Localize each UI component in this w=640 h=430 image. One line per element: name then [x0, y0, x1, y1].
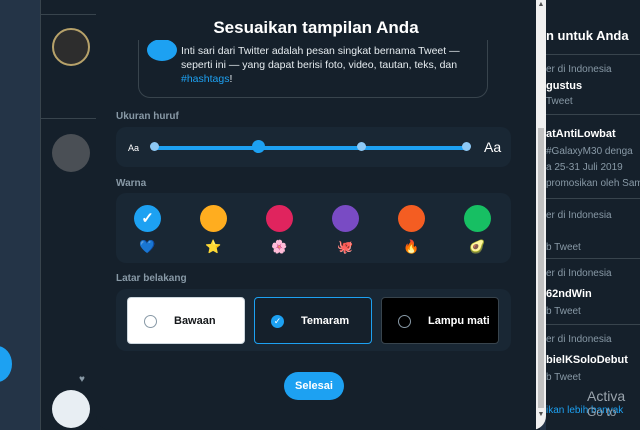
font-size-step[interactable]	[357, 142, 366, 151]
color-option-yellow[interactable]	[200, 205, 227, 232]
check-icon: ✓	[271, 315, 284, 328]
trend-hashtag[interactable]: atAntiLowbat	[546, 128, 616, 140]
done-button[interactable]: Selesai	[284, 372, 344, 400]
color-option-blue[interactable]: ✓	[134, 205, 161, 232]
trend-divider	[546, 258, 640, 259]
trend-count: Tweet	[546, 96, 573, 107]
font-large-label: Aa	[484, 139, 502, 155]
trend-hashtag[interactable]: bielKSoloDebut	[546, 354, 628, 366]
trend-meta: er di Indonesia	[546, 268, 612, 279]
trend-meta: er di Indonesia	[546, 210, 612, 221]
trend-hashtag[interactable]: gustus	[546, 80, 582, 92]
trend-count: b Tweet	[546, 372, 581, 383]
background-option-dim[interactable]: ✓ Temaram	[254, 297, 372, 344]
promo-line: a 25-31 Juli 2019	[546, 162, 623, 173]
color-option-purple[interactable]	[332, 205, 359, 232]
like-icon[interactable]: ♥	[79, 374, 85, 385]
customize-display-modal: Inti sari dari Twitter adalah pesan sing…	[96, 0, 546, 430]
activation-watermark: Activa	[587, 388, 626, 404]
flower-icon: 🌸	[271, 239, 288, 254]
radio-icon	[398, 315, 411, 328]
font-size-slider-track[interactable]	[154, 146, 470, 150]
scrollbar-thumb[interactable]	[538, 128, 544, 408]
trends-sidebar: n untuk Anda er di Indonesia gustus Twee…	[546, 0, 640, 430]
hashtag-link[interactable]: #hashtags	[181, 73, 229, 85]
trend-divider	[546, 114, 640, 115]
background-panel: Bawaan ✓ Temaram Lampu mati	[116, 289, 511, 351]
font-size-step[interactable]	[462, 142, 471, 151]
background-option-default[interactable]: Bawaan	[127, 297, 245, 344]
promo-line: promosikan oleh Sam	[546, 178, 640, 189]
avatar[interactable]	[52, 28, 90, 66]
color-option-orange[interactable]	[398, 205, 425, 232]
modal-title: Sesuaikan tampilan Anda	[213, 18, 419, 37]
background-option-lights-out[interactable]: Lampu mati	[381, 297, 499, 344]
star-icon: ⭐	[205, 239, 222, 254]
color-panel: ✓ 💙 ⭐ 🌸 🐙 🔥 🥑	[116, 193, 511, 263]
trends-title: n untuk Anda	[546, 28, 629, 43]
twitter-bird-icon	[147, 39, 177, 61]
background-option-label: Bawaan	[174, 315, 216, 327]
font-size-label: Ukuran huruf	[116, 111, 179, 122]
font-size-slider-thumb[interactable]	[252, 140, 265, 153]
trend-hashtag[interactable]: 62ndWin	[546, 288, 592, 300]
font-size-step[interactable]	[150, 142, 159, 151]
background-option-label: Temaram	[301, 315, 350, 327]
octopus-icon: 🐙	[337, 239, 354, 254]
activation-watermark-sub: Go to	[587, 405, 617, 419]
color-label: Warna	[116, 178, 147, 189]
modal-scrollbar[interactable]: ▲ ▼	[536, 0, 546, 430]
check-icon: ✓	[141, 210, 154, 227]
scroll-up-icon[interactable]: ▲	[536, 0, 546, 10]
trend-meta: er di Indonesia	[546, 334, 612, 345]
trend-count: b Tweet	[546, 242, 581, 253]
color-option-green[interactable]	[464, 205, 491, 232]
preview-tweet-text: Inti sari dari Twitter adalah pesan sing…	[181, 45, 460, 85]
trend-count: b Tweet	[546, 306, 581, 317]
scroll-down-icon[interactable]: ▼	[536, 410, 546, 420]
fire-icon: 🔥	[403, 239, 420, 254]
trend-divider	[546, 54, 640, 55]
color-option-pink[interactable]	[266, 205, 293, 232]
trend-divider	[546, 324, 640, 325]
background-option-label: Lampu mati	[428, 315, 490, 327]
heart-icon: 💙	[139, 239, 156, 254]
feed-divider	[40, 14, 96, 15]
radio-icon	[144, 315, 157, 328]
avatar[interactable]	[52, 134, 90, 172]
font-size-panel: Aa Aa	[116, 127, 511, 167]
avocado-icon: 🥑	[469, 239, 486, 254]
trend-meta: er di Indonesia	[546, 64, 612, 75]
font-small-label: Aa	[128, 143, 140, 153]
feed-divider	[40, 118, 96, 119]
avatar[interactable]	[52, 390, 90, 428]
background-label: Latar belakang	[116, 273, 187, 284]
promo-line: #GalaxyM30 denga	[546, 146, 633, 157]
trend-divider	[546, 198, 640, 199]
